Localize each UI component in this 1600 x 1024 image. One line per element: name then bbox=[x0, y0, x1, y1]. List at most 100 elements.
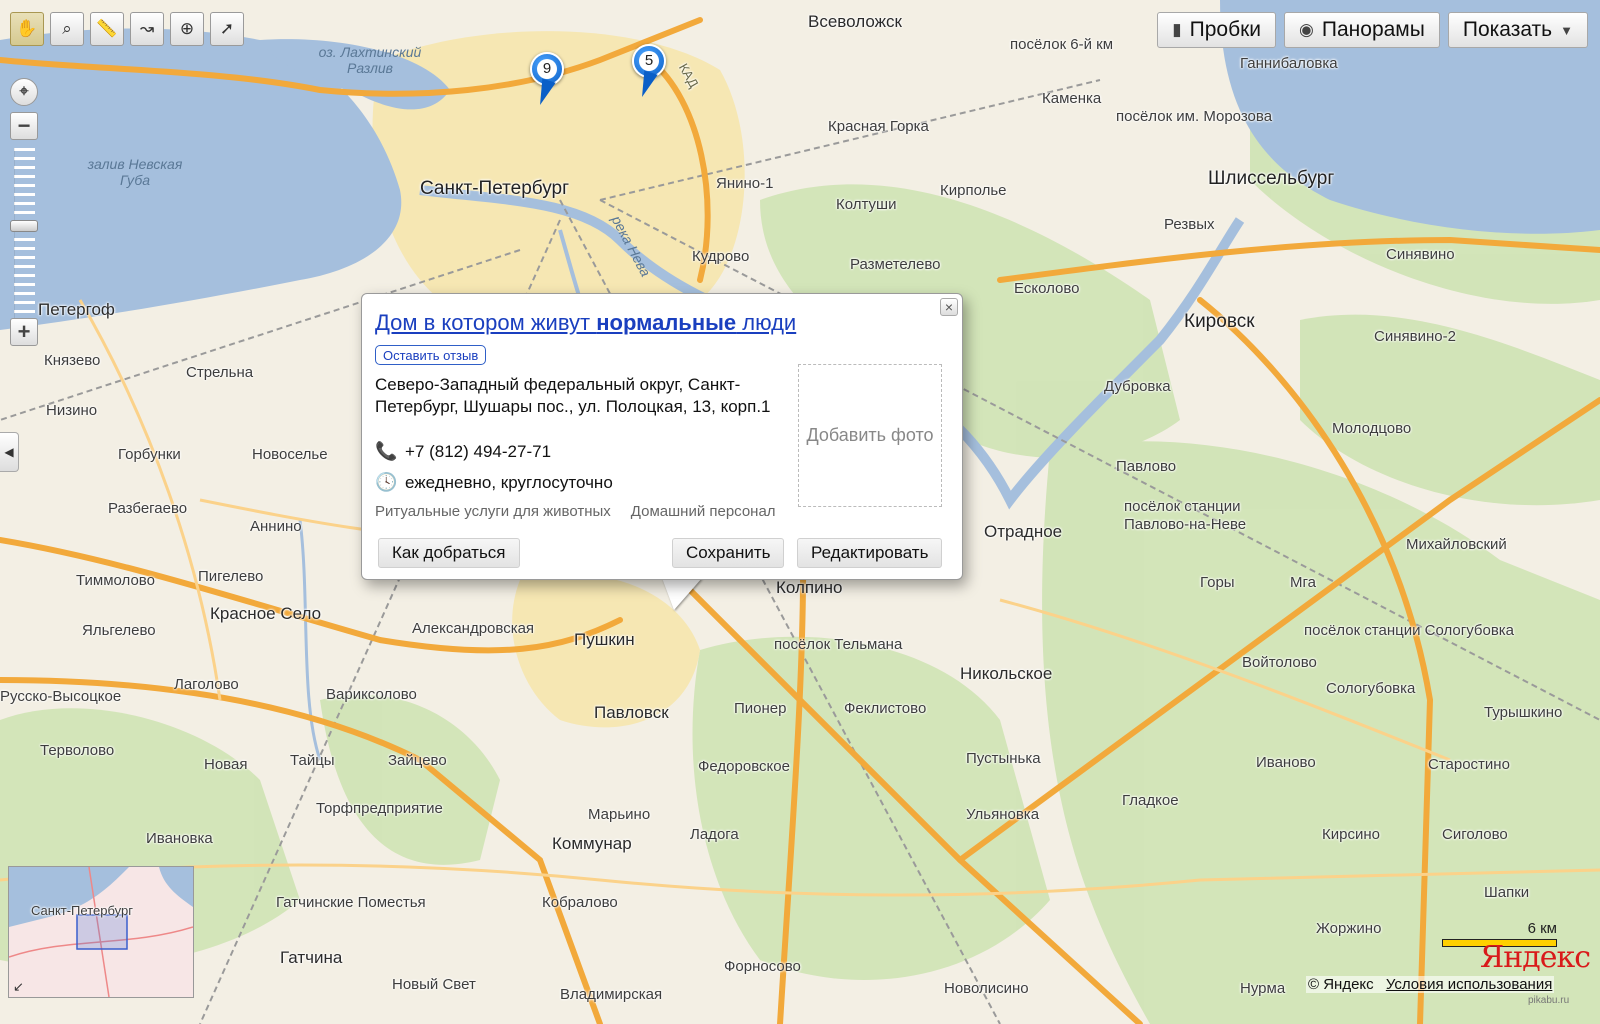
map-marker-9[interactable]: 9 bbox=[530, 52, 566, 108]
show-dropdown-button[interactable]: Показать ▼ bbox=[1447, 12, 1588, 48]
close-button[interactable]: × bbox=[940, 298, 958, 316]
chevron-down-icon: ▼ bbox=[1560, 22, 1573, 38]
place-pustynka: Пустынька bbox=[966, 750, 1041, 767]
place-kamenka: Каменка bbox=[1042, 90, 1102, 107]
place-sologubovka-station: посёлок станции Сологубовка bbox=[1304, 622, 1515, 639]
close-icon: × bbox=[944, 299, 954, 315]
place-krasnaya-gorka: Красная Горка bbox=[828, 118, 929, 135]
place-pavlovo: Павлово bbox=[1116, 458, 1177, 475]
crosshair-icon: ⌖ bbox=[19, 83, 29, 100]
place-info-balloon: × Дом в котором живут нормальные люди Ос… bbox=[361, 293, 963, 580]
place-dubrovka: Дубровка bbox=[1104, 378, 1171, 395]
place-neva-bay-text: залив Невская Губа bbox=[87, 156, 183, 188]
map-marker-5[interactable]: 5 bbox=[632, 44, 668, 100]
plus-icon: + bbox=[17, 319, 31, 344]
place-otradnoe: Отрадное bbox=[984, 522, 1063, 541]
place-gory: Горы bbox=[1200, 574, 1235, 591]
place-shapki: Шапки bbox=[1484, 884, 1530, 901]
ruler-tool-button[interactable]: 📏 bbox=[90, 12, 124, 46]
place-pavlovo-na-neve-text: посёлок станции Павлово-на-Неве bbox=[1124, 498, 1247, 533]
place-vsevolozhsk: Всеволожск bbox=[808, 12, 902, 31]
route-tool-button[interactable]: ↝ bbox=[130, 12, 164, 46]
zoom-area-tool-button[interactable]: ⌕ bbox=[50, 12, 84, 46]
place-categories: Ритуальные услуги для животных Домашний п… bbox=[375, 503, 776, 520]
place-nikolskoe: Никольское bbox=[960, 664, 1053, 683]
place-taytsy: Тайцы bbox=[290, 752, 335, 769]
title-part-2: люди bbox=[736, 310, 797, 335]
add-photo-area[interactable]: Добавить фото bbox=[798, 364, 942, 507]
place-knyazevo: Князево bbox=[44, 352, 101, 369]
panorama-icon: ◉ bbox=[1299, 20, 1314, 39]
place-neva-bay: залив Невская Губа bbox=[80, 156, 190, 188]
show-label: Показать bbox=[1462, 18, 1553, 41]
edit-button[interactable]: Редактировать bbox=[797, 538, 943, 568]
place-phone: +7 (812) 494-27-71 bbox=[405, 441, 552, 461]
place-turyshkino: Турышкино bbox=[1484, 704, 1563, 721]
phone-icon: 📞 bbox=[375, 441, 398, 461]
panoramas-button[interactable]: ◉ Панорамы bbox=[1284, 12, 1440, 48]
place-torfpredpriyatie: Торфпредприятие bbox=[316, 800, 443, 817]
zoom-in-button[interactable]: + bbox=[10, 318, 38, 346]
place-voytolovo: Войтолово bbox=[1242, 654, 1317, 671]
popup-pointer bbox=[662, 578, 702, 610]
zoom-slider-track[interactable] bbox=[14, 148, 35, 338]
arrow-left-icon: ◀ bbox=[4, 445, 14, 459]
place-ulyanovka: Ульяновка bbox=[966, 806, 1040, 823]
place-lagolovo: Лаголово bbox=[174, 676, 239, 693]
place-yalgelevo: Яльгелево bbox=[82, 622, 156, 639]
place-gorbunki: Горбунки bbox=[118, 446, 181, 463]
expand-side-panel-button[interactable]: ◀ bbox=[0, 432, 19, 472]
place-gladkoe: Гладкое bbox=[1122, 792, 1179, 809]
copyright-text: © Яндекс bbox=[1308, 976, 1374, 993]
collapse-minimap-icon[interactable]: ↙ bbox=[13, 979, 24, 995]
place-novoselye: Новоселье bbox=[252, 446, 328, 463]
map-toolbar: ✋ ⌕ 📏 ↝ ⊕ ➚ bbox=[10, 12, 244, 46]
zoom-slider-thumb[interactable] bbox=[10, 220, 38, 232]
place-peterhof: Петергоф bbox=[38, 300, 115, 319]
place-kirsino: Кирсино bbox=[1322, 826, 1380, 843]
place-ladoga: Ладога bbox=[690, 826, 739, 843]
terms-link[interactable]: Условия использования bbox=[1386, 976, 1553, 993]
add-object-tool-button[interactable]: ⊕ bbox=[170, 12, 204, 46]
place-pavlovsk: Павловск bbox=[594, 703, 669, 722]
place-eskolovo: Есколово bbox=[1014, 280, 1080, 297]
drag-tool-button[interactable]: ✋ bbox=[10, 12, 44, 46]
place-tervolovo: Терволово bbox=[40, 742, 115, 759]
place-razmetelevo: Разметелево bbox=[850, 256, 941, 273]
overview-minimap[interactable]: Санкт-Петербург ↙ bbox=[8, 866, 194, 998]
place-kudrovo: Кудрово bbox=[692, 248, 750, 265]
place-koltushi: Колтуши bbox=[836, 196, 897, 213]
place-novolisino: Новолисино bbox=[944, 980, 1029, 997]
save-button[interactable]: Сохранить bbox=[672, 538, 785, 568]
place-title-link[interactable]: Дом в котором живут нормальные люди bbox=[375, 310, 796, 336]
place-razbegaevo: Разбегаево bbox=[108, 500, 188, 517]
zoom-out-button[interactable]: − bbox=[10, 112, 38, 140]
place-variksolovo: Вариксолово bbox=[326, 686, 417, 703]
leave-review-button[interactable]: Оставить отзыв bbox=[375, 345, 487, 365]
panoramas-label: Панорамы bbox=[1321, 18, 1425, 41]
traffic-button[interactable]: ▮ Пробки bbox=[1157, 12, 1277, 48]
place-phone-row: 📞 +7 (812) 494-27-71 bbox=[375, 441, 551, 462]
place-posyolok-6km: посёлок 6-й км bbox=[1010, 36, 1114, 53]
hand-icon: ✋ bbox=[16, 19, 38, 38]
place-fornosovo: Форносово bbox=[724, 958, 801, 975]
place-novaya: Новая bbox=[204, 756, 248, 773]
directions-button[interactable]: Как добраться bbox=[378, 538, 520, 568]
watermark-credit: pikabu.ru bbox=[1528, 995, 1570, 1006]
place-zhorzhino: Жоржино bbox=[1316, 920, 1382, 937]
place-strelna: Стрельна bbox=[186, 364, 254, 381]
locate-button[interactable]: ⌖ bbox=[10, 78, 38, 106]
category-link[interactable]: Ритуальные услуги для животных bbox=[375, 503, 611, 520]
place-lakhta-lake-text: оз. Лахтинский Разлив bbox=[318, 44, 422, 76]
place-nurma: Нурма bbox=[1240, 980, 1286, 997]
clock-icon: 🕓 bbox=[375, 472, 398, 492]
place-aleksandrovskaya: Александровская bbox=[412, 620, 535, 637]
place-vladimirskaya: Владимирская bbox=[560, 986, 663, 1003]
place-zaytsevo: Зайцево bbox=[388, 752, 447, 769]
place-sigolovo: Сиголово bbox=[1442, 826, 1508, 843]
place-morozova: посёлок им. Морозова bbox=[1116, 108, 1273, 125]
category-link[interactable]: Домашний персонал bbox=[631, 503, 776, 520]
marker-number: 5 bbox=[639, 51, 659, 71]
info-tool-button[interactable]: ➚ bbox=[210, 12, 244, 46]
place-marino: Марьино bbox=[588, 806, 651, 823]
